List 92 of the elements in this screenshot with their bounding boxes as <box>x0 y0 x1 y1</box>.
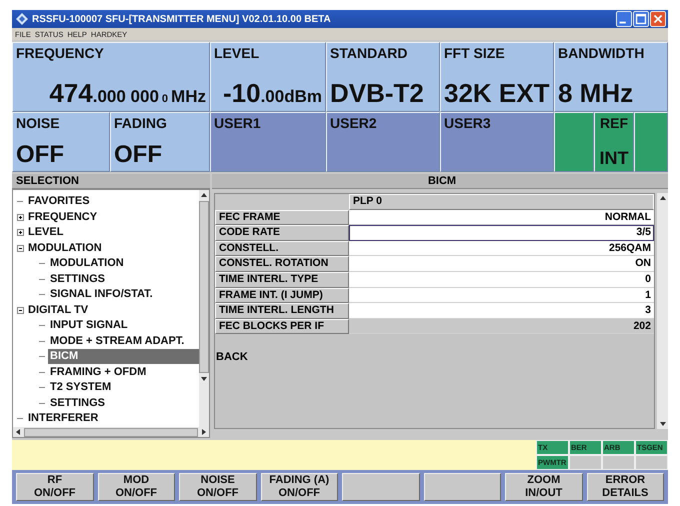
scroll-left-icon[interactable] <box>14 428 22 436</box>
softkey-button[interactable]: MOD ON/OFF <box>98 473 175 501</box>
value-field[interactable]: NORMAL <box>349 210 654 226</box>
tile-label: NOISE <box>16 115 61 131</box>
tile-label: BANDWIDTH <box>558 45 646 61</box>
parameter-tile[interactable]: USER3 <box>440 112 554 172</box>
tree-item[interactable]: MODULATION <box>26 240 104 256</box>
tile-label: REF <box>600 115 628 131</box>
tile-label: LEVEL <box>214 45 260 61</box>
blank-tile <box>634 112 668 172</box>
row-label: CODE RATE <box>215 225 349 241</box>
parameter-tile[interactable]: BANDWIDTH 8 MHz <box>554 42 668 112</box>
tile-value: INT <box>600 149 628 169</box>
expander-icon[interactable] <box>17 214 24 221</box>
parameter-tile[interactable]: USER2 <box>326 112 440 172</box>
expander-icon[interactable] <box>17 229 24 236</box>
row-label: CONSTEL. ROTATION <box>215 256 349 272</box>
tile-value: 32K EXT <box>444 80 550 109</box>
tree-item[interactable]: BICM <box>48 349 199 364</box>
tree-item[interactable]: LEVEL <box>26 225 66 240</box>
column-header: PLP 0 <box>349 194 654 210</box>
row-label: FEC BLOCKS PER IF <box>215 318 349 334</box>
softkey-button[interactable]: RF ON/OFF <box>16 473 94 501</box>
scrollbar[interactable] <box>13 427 209 437</box>
tree-item[interactable]: SIGNAL INFO/STAT. <box>48 287 155 302</box>
softkey-button[interactable]: FADING (A) ON/OFF <box>260 473 338 501</box>
value-field[interactable]: 0 <box>349 272 654 288</box>
tile-label: STANDARD <box>330 45 409 61</box>
softkey-button[interactable] <box>342 473 420 501</box>
tree-item[interactable]: FREQUENCY <box>26 210 100 225</box>
tile-label: USER3 <box>444 115 492 131</box>
parameter-tile[interactable]: NOISE OFF <box>12 112 110 172</box>
row-label: TIME INTERL. TYPE <box>215 272 349 288</box>
row-label: FRAME INT. (I JUMP) <box>215 288 349 304</box>
tree-item[interactable]: SETTINGS <box>48 272 108 287</box>
value-field[interactable]: 3 <box>349 303 654 319</box>
window-title: RSSFU-100007 SFU-[TRANSMITTER MENU] V02.01.10.00 BETA <box>32 14 332 24</box>
parameter-tile[interactable]: FFT SIZE 32K EXT <box>440 42 554 112</box>
parameter-tile[interactable]: LEVEL -10.00dBm <box>210 42 326 112</box>
parameter-tile[interactable]: FADING OFF <box>110 112 210 172</box>
tile-label: FREQUENCY <box>16 45 105 61</box>
value-field[interactable]: ON <box>349 256 654 272</box>
scroll-down-icon[interactable] <box>658 420 666 428</box>
tree-item[interactable]: INTERFERER <box>26 411 100 426</box>
tile-value: DVB-T2 <box>330 80 424 109</box>
scrollbar[interactable] <box>657 193 668 429</box>
section-header: BICM <box>212 174 668 189</box>
scroll-up-icon[interactable] <box>658 194 666 202</box>
back-link[interactable]: BACK <box>214 351 248 363</box>
blank-tile <box>554 112 594 172</box>
section-header: SELECTION <box>12 174 210 189</box>
softkey-button[interactable]: ZOOM IN/OUT <box>505 473 582 501</box>
tree-item[interactable]: DIGITAL TV <box>26 302 90 318</box>
logo-icon <box>16 13 28 25</box>
tile-value: OFF <box>16 143 65 169</box>
softkey-button[interactable] <box>424 473 501 501</box>
tile-label: FADING <box>114 115 168 131</box>
tile-label: USER1 <box>214 115 262 131</box>
softkey-button[interactable]: ERROR DETAILS <box>586 473 664 501</box>
maximize-button[interactable] <box>633 11 649 27</box>
tile-label: USER2 <box>330 115 378 131</box>
tree-item[interactable]: FRAMING + OFDM <box>48 364 148 380</box>
tile-value: OFF <box>114 143 163 169</box>
softkey-button[interactable]: NOISE ON/OFF <box>179 473 256 501</box>
row-label: CONSTELL. <box>215 240 349 256</box>
tree-item[interactable]: INPUT SIGNAL <box>48 318 130 334</box>
row-label: FEC FRAME <box>215 210 349 226</box>
expander-icon[interactable] <box>17 306 24 314</box>
minimize-button[interactable] <box>616 11 632 27</box>
row-label: TIME INTERL. LENGTH <box>215 303 349 319</box>
tile-label: FFT SIZE <box>444 45 506 61</box>
tree-item[interactable]: FAVORITES <box>26 194 92 210</box>
parameter-tile[interactable]: STANDARD DVB-T2 <box>326 42 440 112</box>
tile-value: -10.00dBm <box>223 80 322 109</box>
tree-item[interactable]: T2 SYSTEM <box>48 380 114 396</box>
parameter-tile[interactable]: USER1 <box>210 112 326 172</box>
tree-item[interactable]: MODULATION <box>48 256 126 272</box>
tree-item[interactable]: SETTINGS <box>48 396 108 411</box>
scroll-up-icon[interactable] <box>200 191 208 199</box>
scrollbar[interactable] <box>199 190 209 427</box>
expander-icon[interactable] <box>17 244 24 252</box>
value-field[interactable]: 202 <box>349 318 654 334</box>
parameter-tile[interactable]: FREQUENCY 474.000 000 0 MHz <box>12 42 210 112</box>
tile-value: 474.000 000 0 MHz <box>49 80 206 109</box>
tile-value: 8 MHz <box>558 80 634 109</box>
parameter-tile[interactable]: REF INT <box>594 112 634 172</box>
scroll-down-icon[interactable] <box>200 375 208 383</box>
value-field[interactable]: 1 <box>349 288 654 304</box>
value-field[interactable]: 3/5 <box>349 225 654 241</box>
close-button[interactable] <box>650 11 666 27</box>
tree-item[interactable]: MODE + STREAM ADAPT. <box>48 334 186 349</box>
value-field[interactable]: 256QAM <box>349 240 654 256</box>
